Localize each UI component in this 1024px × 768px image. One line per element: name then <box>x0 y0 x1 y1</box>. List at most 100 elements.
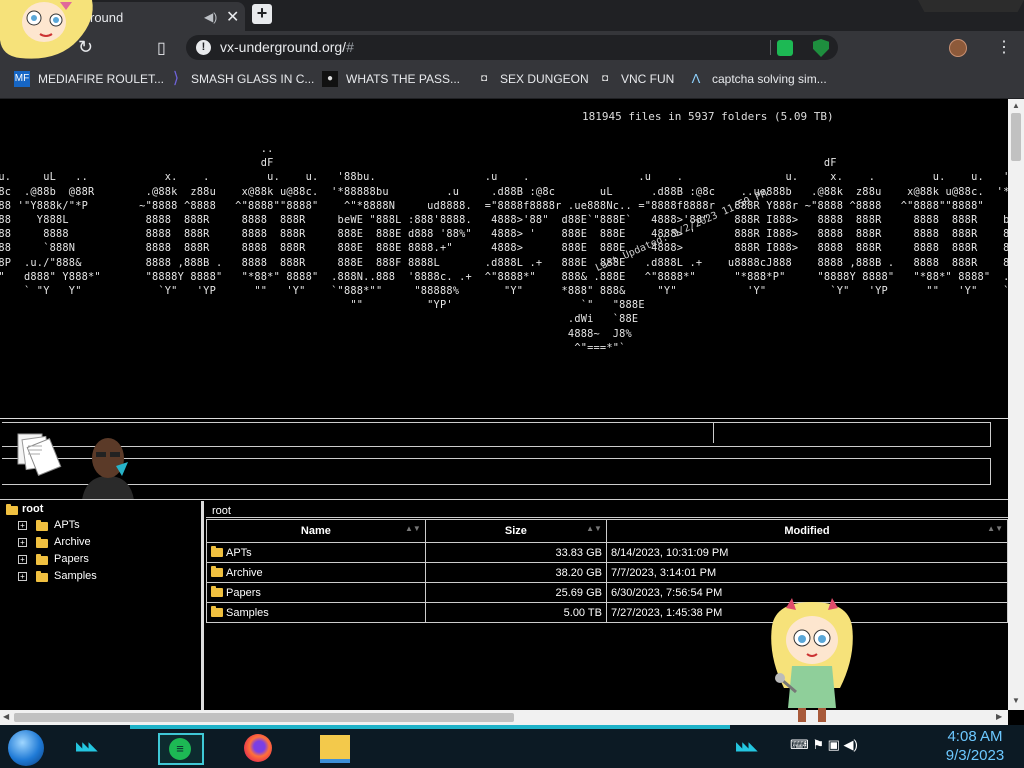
scroll-right-icon[interactable]: ▶ <box>996 712 1002 721</box>
folder-open-icon <box>6 504 18 515</box>
header-box-divider <box>713 422 714 443</box>
row-name-cell[interactable]: Archive <box>206 562 426 583</box>
start-button[interactable] <box>8 730 44 766</box>
sort-icon[interactable]: ▲▼ <box>586 524 602 533</box>
row-modified: 8/14/2023, 10:31:09 PM <box>605 542 1008 563</box>
tab-strip: round ◀) ✕ + <box>0 0 1024 31</box>
url-hash: # <box>346 39 354 55</box>
expand-icon[interactable]: + <box>18 521 27 530</box>
header-box <box>2 422 991 447</box>
documents-icon <box>17 433 62 476</box>
vertical-scrollbar[interactable]: ▲ ▼ <box>1008 99 1024 710</box>
bookmark-vnc-fun[interactable]: VNC FUN <box>621 72 674 86</box>
file-listing: root Name ▲▼ Size ▲▼ Modified ▲▼ APTs 33.83… <box>206 501 1008 710</box>
bookmark-whats-the-pass[interactable]: WHATS THE PASS... <box>346 72 460 86</box>
site-info-icon[interactable]: ! <box>196 40 211 55</box>
decorative-chevrons: ◣◣◣ <box>76 739 98 753</box>
close-icon[interactable]: ✕ <box>226 7 239 27</box>
bookmark-captcha-solving[interactable]: captcha solving sim... <box>712 72 827 86</box>
bookmark-smash-glass[interactable]: SMASH GLASS IN C... <box>191 72 314 86</box>
scroll-down-icon[interactable]: ▼ <box>1012 696 1020 705</box>
row-size: 33.83 GB <box>424 542 607 563</box>
clock-date: 9/3/2023 <box>945 747 1005 764</box>
row-size: 5.00 TB <box>424 602 607 623</box>
file-table: Name ▲▼ Size ▲▼ Modified ▲▼ APTs 33.83 GB 8… <box>206 519 1008 623</box>
new-tab-button[interactable]: + <box>252 4 272 24</box>
expand-icon[interactable]: + <box>18 555 27 564</box>
extension-divider <box>770 40 771 55</box>
scroll-thumb[interactable] <box>14 713 514 722</box>
scroll-thumb[interactable] <box>1011 113 1021 161</box>
taskbar-file-explorer[interactable] <box>320 735 350 763</box>
table-row[interactable]: Samples 5.00 TB 7/27/2023, 1:45:38 PM <box>206 602 1008 623</box>
sort-icon[interactable]: ▲▼ <box>987 524 1003 533</box>
tree-root[interactable]: root <box>22 503 43 515</box>
clock-time: 4:08 AM <box>947 728 1003 745</box>
ghost-icon: ● <box>322 71 338 87</box>
scroll-left-icon[interactable]: ◀ <box>3 712 9 721</box>
column-modified-label: Modified <box>784 525 830 537</box>
speaker-icon[interactable]: ◀) <box>204 10 217 24</box>
taskbar-spotify[interactable]: ≡ <box>158 733 204 765</box>
taskbar-clock[interactable]: 4:08 AM 9/3/2023 <box>935 727 1015 765</box>
cartoon-sticker <box>0 0 93 59</box>
url-text[interactable]: vx-underground.org/# <box>220 39 354 55</box>
url-host: vx-underground.org/ <box>220 39 347 55</box>
folder-icon <box>36 571 48 582</box>
folder-tree: root + APTs + Archive + Papers + Samples <box>0 501 204 710</box>
address-bar[interactable]: ! vx-underground.org/# <box>186 35 838 60</box>
vnc-icon: ◘ <box>601 73 609 84</box>
row-name-cell[interactable]: Samples <box>206 602 426 623</box>
spotify-icon: ≡ <box>169 738 191 760</box>
row-name: Samples <box>226 606 269 619</box>
row-name-cell[interactable]: Papers <box>206 582 426 603</box>
column-name-label: Name <box>300 525 331 537</box>
expand-icon[interactable]: + <box>18 538 27 547</box>
ascii-logo: .. dF dF u. uL .. x. . u. u. '88bu. .u .… <box>0 143 1008 354</box>
sort-icon[interactable]: ▲▼ <box>405 524 421 533</box>
bookmark-sex-dungeon[interactable]: SEX DUNGEON <box>500 72 589 86</box>
taskbar-firefox[interactable] <box>244 734 272 762</box>
row-name: Papers <box>226 586 261 599</box>
scroll-up-icon[interactable]: ▲ <box>1012 101 1020 110</box>
visual-studio-icon: ⟩ <box>172 70 180 87</box>
folder-icon <box>211 605 223 617</box>
current-path: root <box>212 505 231 517</box>
row-name-cell[interactable]: APTs <box>206 542 426 563</box>
expand-icon[interactable]: + <box>18 572 27 581</box>
tree-item-papers[interactable]: Papers <box>54 553 89 565</box>
folder-icon <box>211 585 223 597</box>
table-row[interactable]: APTs 33.83 GB 8/14/2023, 10:31:09 PM <box>206 542 1008 563</box>
folder-icon <box>211 545 223 557</box>
divider <box>0 499 1008 500</box>
row-name: APTs <box>226 546 252 559</box>
column-modified[interactable]: Modified ▲▼ <box>605 519 1008 543</box>
browser-toolbar: ↻ ▯ ! vx-underground.org/# ⋮ <box>0 31 1024 64</box>
mediafire-icon: MF <box>14 71 30 87</box>
folder-icon <box>36 537 48 548</box>
search-box[interactable] <box>2 458 991 485</box>
row-size: 38.20 GB <box>424 562 607 583</box>
table-row[interactable]: Archive 38.20 GB 7/7/2023, 3:14:01 PM <box>206 562 1008 583</box>
table-row[interactable]: Papers 25.69 GB 6/30/2023, 7:56:54 PM <box>206 582 1008 603</box>
folder-icon <box>36 520 48 531</box>
bookmark-icon[interactable]: ▯ <box>157 38 166 58</box>
bookmark-mediafire[interactable]: MEDIAFIRE ROULET... <box>38 72 164 86</box>
column-size-label: Size <box>504 525 527 537</box>
trash-icon: ◘ <box>480 73 488 84</box>
spotify-extension-icon[interactable] <box>777 40 793 56</box>
taskbar: ◣◣◣ ≡ ◣◣◣ ⌨ ⚑ ▣ ◀) 4:08 AM 9/3/2023 <box>0 725 1024 768</box>
folder-icon <box>36 554 48 565</box>
browser-menu-icon[interactable]: ⋮ <box>996 37 1012 57</box>
column-size[interactable]: Size ▲▼ <box>424 519 607 543</box>
shield-extension-icon[interactable] <box>813 39 829 57</box>
window-controls[interactable] <box>918 0 1024 12</box>
column-name[interactable]: Name ▲▼ <box>206 519 426 543</box>
tree-item-apts[interactable]: APTs <box>54 519 80 531</box>
row-modified: 7/7/2023, 3:14:01 PM <box>605 562 1008 583</box>
system-tray[interactable]: ⌨ ⚑ ▣ ◀) <box>790 737 858 753</box>
tree-item-archive[interactable]: Archive <box>54 536 91 548</box>
bookmarks-bar: MF MEDIAFIRE ROULET... ⟩ SMASH GLASS IN … <box>0 64 1024 99</box>
profile-avatar[interactable] <box>949 39 967 57</box>
tree-item-samples[interactable]: Samples <box>54 570 97 582</box>
